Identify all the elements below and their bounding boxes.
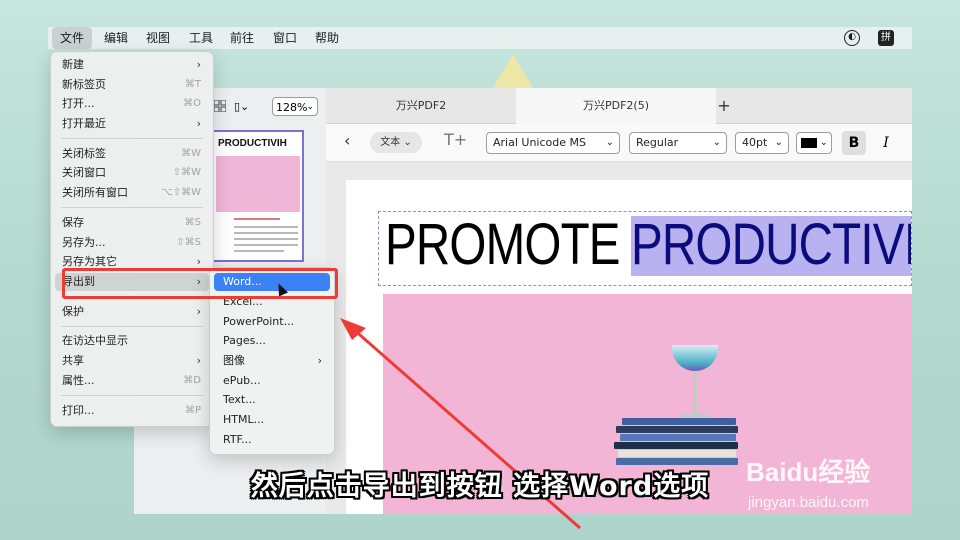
thumbnail-title: PRODUCTIVIH xyxy=(218,138,287,149)
tab-document-1[interactable]: 万兴PDF2 xyxy=(326,88,516,124)
menu-item-properties[interactable]: 属性... ⌘D xyxy=(55,372,209,390)
menu-item-save-as[interactable]: 另存为... ⇧⌘S xyxy=(55,234,209,252)
menu-item-save[interactable]: 保存 ⌘S xyxy=(55,214,209,232)
book-image xyxy=(618,450,736,457)
color-swatch xyxy=(801,138,817,148)
zoom-select[interactable]: 128% ⌄ xyxy=(272,97,318,116)
menu-item-protect[interactable]: 保护 › xyxy=(55,303,209,321)
font-family-value: Arial Unicode MS xyxy=(493,136,586,149)
chevron-right-icon: › xyxy=(196,305,201,318)
headline-text-part1: PROMOTE xyxy=(385,212,621,277)
font-style-value: Regular xyxy=(636,136,679,149)
menu-item-open-recent[interactable]: 打开最近 › xyxy=(55,115,209,133)
chevron-down-icon: ⌄ xyxy=(605,137,614,148)
thumbnail-image xyxy=(216,156,300,212)
zoom-value: 128% xyxy=(276,101,308,114)
page-layout-icon[interactable]: ▯⌄ xyxy=(234,100,258,114)
menubar-window[interactable]: 窗口 xyxy=(265,27,305,49)
headline-text-part2: PRODUCTIVI xyxy=(631,212,912,277)
menubar-tools[interactable]: 工具 xyxy=(181,27,221,49)
menu-item-close-window[interactable]: 关闭窗口 ⇧⌘W xyxy=(55,164,209,182)
format-toolbar: ‹ 文本 ⌄ T+ Arial Unicode MS ⌄ Regular ⌄ 4… xyxy=(326,124,912,162)
export-html-option[interactable]: HTML... xyxy=(214,411,330,429)
thumbnail-text-line xyxy=(234,218,280,220)
menu-item-show-in-finder[interactable]: 在访达中显示 xyxy=(55,332,209,350)
text-mode-chip[interactable]: 文本 ⌄ xyxy=(370,132,422,153)
export-powerpoint-option[interactable]: PowerPoint... xyxy=(214,313,330,331)
thumbnail-text-line xyxy=(234,250,284,252)
text-color-picker[interactable]: ⌄ xyxy=(796,132,832,154)
book-image xyxy=(620,434,736,441)
chevron-right-icon: › xyxy=(196,117,201,130)
export-text-option[interactable]: Text... xyxy=(214,391,330,409)
export-epub-option[interactable]: ePub... xyxy=(214,372,330,390)
chevron-down-icon: ⌄ xyxy=(819,137,828,148)
subtitle-caption: 然后点击导出到按钮 选择Word选项 xyxy=(250,471,710,502)
italic-button[interactable]: I xyxy=(876,131,896,155)
bold-button[interactable]: B xyxy=(842,131,866,155)
menubar-view[interactable]: 视图 xyxy=(138,27,178,49)
export-pages-option[interactable]: Pages... xyxy=(214,332,330,350)
headline-selection: PRODUCTIVI xyxy=(631,212,911,277)
menu-item-new[interactable]: 新建 › xyxy=(55,56,209,74)
menu-divider xyxy=(61,395,203,396)
menu-bar: 文件 编辑 视图 工具 前往 窗口 帮助 ◐ 拼 xyxy=(48,27,912,49)
thumbnail-text-line xyxy=(234,238,298,240)
font-style-select[interactable]: Regular ⌄ xyxy=(629,132,727,154)
grid-view-icon[interactable] xyxy=(214,100,226,112)
menu-item-print[interactable]: 打印... ⌘P xyxy=(55,402,209,420)
menubar-go[interactable]: 前往 xyxy=(222,27,262,49)
text-mode-label: 文本 xyxy=(380,137,401,148)
headline-text-box[interactable]: PROMOTE PRODUCTIVI xyxy=(378,211,912,286)
annotation-highlight-box xyxy=(62,268,338,299)
chevron-down-icon: ⌄ xyxy=(712,137,721,148)
file-menu: 新建 › 新标签页 ⌘T 打开... ⌘O 打开最近 › 关闭标签 ⌘W 关闭窗口 ⇧⌘W … xyxy=(50,51,214,427)
back-arrow-icon[interactable]: ‹ xyxy=(344,131,350,150)
menu-item-open[interactable]: 打开... ⌘O xyxy=(55,95,209,113)
input-method-icon[interactable]: 拼 xyxy=(878,30,894,46)
page-thumbnail[interactable]: PRODUCTIVIH xyxy=(212,130,304,262)
export-rtf-option[interactable]: RTF... xyxy=(214,431,330,449)
book-image xyxy=(616,426,738,433)
add-tab-icon[interactable]: + xyxy=(716,88,732,124)
chevron-right-icon: › xyxy=(196,354,201,367)
chevron-right-icon: › xyxy=(196,58,201,71)
thumbnail-text-line xyxy=(234,226,298,228)
font-size-value: 40pt xyxy=(742,136,768,149)
cocktail-glass-stem xyxy=(693,371,697,417)
book-image xyxy=(614,442,738,449)
tab-bar: 万兴PDF2 万兴PDF2(5) + xyxy=(326,88,912,124)
thumbnail-text-line xyxy=(234,244,298,246)
chevron-down-icon: ⌄ xyxy=(774,137,783,148)
menu-item-new-tab[interactable]: 新标签页 ⌘T xyxy=(55,76,209,94)
thumbnail-text-line xyxy=(234,232,298,234)
menubar-help[interactable]: 帮助 xyxy=(307,27,347,49)
menu-item-share[interactable]: 共享 › xyxy=(55,352,209,370)
menu-divider xyxy=(61,138,203,139)
status-menu-icon[interactable]: ◐ xyxy=(844,30,860,46)
menu-item-close-tab[interactable]: 关闭标签 ⌘W xyxy=(55,145,209,163)
chevron-down-icon: ⌄ xyxy=(306,102,314,112)
baidu-watermark-logo: Baidu经验 xyxy=(746,457,871,487)
add-text-icon[interactable]: T+ xyxy=(444,130,467,149)
menubar-edit[interactable]: 编辑 xyxy=(96,27,136,49)
font-size-select[interactable]: 40pt ⌄ xyxy=(735,132,789,154)
book-image xyxy=(622,418,736,425)
menu-divider xyxy=(61,207,203,208)
export-image-option[interactable]: 图像 › xyxy=(214,352,330,370)
chevron-right-icon: › xyxy=(317,354,322,367)
menu-divider xyxy=(61,326,203,327)
menu-item-close-all-windows[interactable]: 关闭所有窗口 ⌥⇧⌘W xyxy=(55,184,209,202)
baidu-watermark-url: jingyan.baidu.com xyxy=(748,494,869,511)
tab-document-2[interactable]: 万兴PDF2(5) xyxy=(516,88,716,124)
menubar-file[interactable]: 文件 xyxy=(52,27,93,49)
font-family-select[interactable]: Arial Unicode MS ⌄ xyxy=(486,132,620,154)
